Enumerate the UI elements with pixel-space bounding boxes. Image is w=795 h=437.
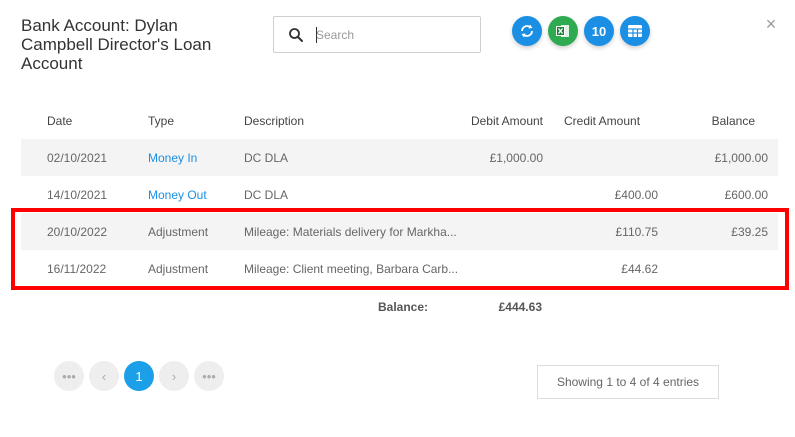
column-header-debit[interactable]: Debit Amount xyxy=(421,103,543,139)
entries-info: Showing 1 to 4 of 4 entries xyxy=(537,365,719,399)
date-cell: 14/10/2021 xyxy=(47,187,108,202)
column-header-date[interactable]: Date xyxy=(47,103,137,139)
credit-cell: £110.75 xyxy=(615,224,659,239)
search-icon xyxy=(289,28,303,42)
search-box[interactable] xyxy=(273,16,481,53)
type-link[interactable]: Money In xyxy=(148,139,238,176)
type-cell: Adjustment xyxy=(148,261,209,276)
date-cell: 02/10/2021 xyxy=(47,150,108,165)
table-row[interactable]: 14/10/2021 Money Out DC DLA £400.00 £600… xyxy=(21,176,778,213)
type-link[interactable]: Money Out xyxy=(148,176,238,213)
column-header-balance[interactable]: Balance xyxy=(661,103,755,139)
table-header: Date Type Description Debit Amount Credi… xyxy=(21,103,778,139)
table-row[interactable]: 02/10/2021 Money In DC DLA £1,000.00 £1,… xyxy=(21,139,778,176)
debit-cell: £1,000.00 xyxy=(489,150,543,165)
date-cell: 16/11/2022 xyxy=(47,261,107,276)
balance-cell: £1,000.00 xyxy=(714,150,768,165)
balance-total-label: Balance: xyxy=(378,300,429,314)
debit-cell xyxy=(421,213,543,250)
page-title: Bank Account: Dylan Campbell Director's … xyxy=(21,16,212,73)
balance-cell: £39.25 xyxy=(731,224,768,239)
balance-cell xyxy=(661,250,768,287)
next-page-button[interactable]: › xyxy=(159,361,189,391)
column-header-type[interactable]: Type xyxy=(148,103,238,139)
search-input[interactable] xyxy=(316,26,466,44)
credit-cell: £400.00 xyxy=(614,187,658,202)
type-cell: Adjustment xyxy=(148,224,209,239)
transactions-table: Date Type Description Debit Amount Credi… xyxy=(21,103,778,287)
page-size-label: 10 xyxy=(591,23,607,39)
excel-export-button[interactable] xyxy=(548,16,578,46)
debit-cell xyxy=(421,176,543,213)
credit-cell xyxy=(541,139,658,176)
last-page-button[interactable]: ••• xyxy=(194,361,224,391)
balance-total-value: £444.63 xyxy=(498,300,542,314)
table-row[interactable]: 20/10/2022 Adjustment Mileage: Materials… xyxy=(21,213,778,250)
refresh-icon xyxy=(521,24,533,38)
credit-cell: £44.62 xyxy=(621,261,658,276)
close-icon[interactable]: × xyxy=(763,15,779,33)
grid-icon xyxy=(628,25,642,37)
excel-icon xyxy=(556,25,569,37)
table-row[interactable]: 16/11/2022 Adjustment Mileage: Client me… xyxy=(21,250,778,287)
first-page-button[interactable]: ••• xyxy=(54,361,84,391)
text-caret xyxy=(316,27,317,43)
page-size-button[interactable]: 10 xyxy=(584,16,614,46)
column-view-button[interactable] xyxy=(620,16,650,46)
date-cell: 20/10/2022 xyxy=(47,224,108,239)
previous-page-button[interactable]: ‹ xyxy=(89,361,119,391)
page-1-button[interactable]: 1 xyxy=(124,361,154,391)
debit-cell xyxy=(421,250,543,287)
balance-cell: £600.00 xyxy=(724,187,768,202)
refresh-button[interactable] xyxy=(512,16,542,46)
